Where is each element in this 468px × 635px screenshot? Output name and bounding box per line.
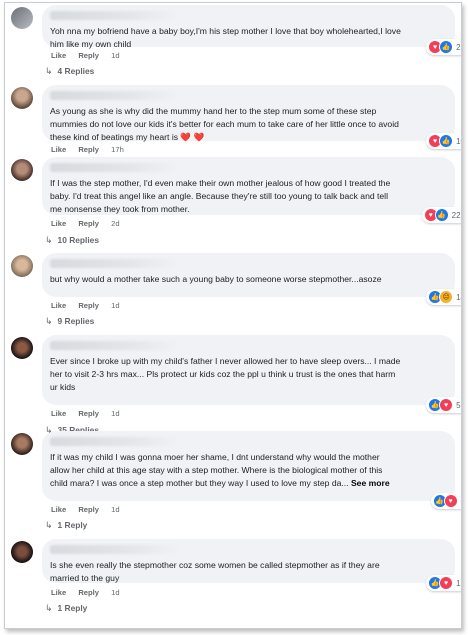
thumbs-up-icon: 👍 [439, 134, 454, 148]
avatar[interactable] [11, 87, 33, 109]
reply-button[interactable]: Reply [78, 588, 99, 597]
comment-text: Yoh nna my bofriend have a baby boy,I'm … [50, 26, 401, 49]
reply-arrow-icon: ↳ [45, 66, 53, 76]
commenter-name[interactable] [50, 545, 180, 554]
view-replies-link[interactable]: ↳ 4 Replies [45, 66, 94, 77]
like-button[interactable]: Like [51, 145, 66, 154]
heart-icon: ♥ [439, 576, 454, 590]
reply-button[interactable]: Reply [78, 145, 99, 154]
view-replies-link[interactable]: ↳ 9 Replies [45, 316, 94, 327]
timestamp[interactable]: 1d [111, 51, 119, 60]
reaction-count: 21 [456, 42, 461, 52]
commenter-name[interactable] [50, 11, 180, 20]
view-replies-link[interactable]: ↳ 10 Replies [45, 235, 99, 246]
like-button[interactable]: Like [51, 301, 66, 310]
avatar[interactable] [11, 433, 33, 455]
like-button[interactable]: Like [51, 51, 66, 60]
reaction-summary[interactable]: 👍 ☹ 14 [426, 289, 461, 305]
reaction-count: 15 [456, 578, 461, 588]
comment-actions: Like Reply 1d [51, 301, 130, 310]
reaction-summary[interactable]: ♥ 👍 10 [426, 133, 461, 149]
like-button[interactable]: Like [51, 588, 66, 597]
comment-actions: Like Reply 1d [51, 588, 130, 597]
comment-actions: Like Reply 17h [51, 145, 134, 154]
reply-arrow-icon: ↳ [45, 603, 53, 613]
view-replies-link[interactable]: ↳ 1 Reply [45, 520, 87, 531]
see-more-link[interactable]: See more [351, 478, 390, 488]
avatar[interactable] [11, 7, 33, 29]
reply-button[interactable]: Reply [78, 409, 99, 418]
sad-face-icon: ☹ [439, 290, 454, 304]
reaction-count: 6 [461, 497, 462, 506]
comment-bubble: Is she even really the stepmother coz so… [42, 539, 461, 591]
comment-bubble: Yoh nna my bofriend have a baby boy,I'm … [42, 5, 461, 55]
commenter-name[interactable] [50, 91, 180, 100]
comment-text: Ever since I broke up with my child's fa… [50, 356, 401, 392]
avatar[interactable] [11, 255, 33, 277]
comment-bubble: If I was the step mother, I'd even make … [42, 157, 461, 223]
comment-actions: Like Reply 2d [51, 219, 130, 228]
reaction-count: 10 [456, 136, 461, 146]
timestamp[interactable]: 17h [111, 145, 124, 154]
reaction-summary[interactable]: ♥ 👍 222 [421, 207, 461, 223]
comment-bubble: If it was my child I was gonna moer her … [42, 431, 461, 509]
reaction-summary[interactable]: ♥ 👍 21 [426, 39, 461, 55]
thumbs-up-icon: 👍 [434, 208, 449, 222]
reaction-summary[interactable]: 👍 ♥ 15 [426, 575, 461, 591]
reaction-count: 14 [456, 292, 461, 302]
comment-bubble: Ever since I broke up with my child's fa… [42, 335, 461, 413]
commenter-name[interactable] [50, 437, 180, 446]
avatar[interactable] [11, 337, 33, 359]
comment-bubble: but why would a mother take such a young… [42, 253, 461, 305]
reply-arrow-icon: ↳ [45, 520, 53, 530]
timestamp[interactable]: 2d [111, 219, 119, 228]
heart-icon: ♥ [443, 494, 458, 508]
reply-button[interactable]: Reply [78, 301, 99, 310]
heart-emoji: ❤️ ❤️ [180, 132, 205, 142]
comment-actions: Like Reply 1d [51, 409, 130, 418]
reply-button[interactable]: Reply [78, 219, 99, 228]
comment-actions: Like Reply 1d [51, 505, 130, 514]
reaction-count: 222 [451, 210, 461, 220]
avatar[interactable] [11, 159, 33, 181]
reply-button[interactable]: Reply [78, 51, 99, 60]
timestamp[interactable]: 1d [111, 588, 119, 597]
comment-text: Is she even really the stepmother coz so… [50, 560, 380, 583]
timestamp[interactable]: 1d [111, 505, 119, 514]
comment-text: As young as she is why did the mummy han… [50, 106, 399, 142]
comment-text: If I was the step mother, I'd even make … [50, 178, 391, 214]
like-button[interactable]: Like [51, 219, 66, 228]
comment-bubble: As young as she is why did the mummy han… [42, 85, 461, 149]
comments-panel: Yoh nna my bofriend have a baby boy,I'm … [4, 2, 462, 629]
comment-text: but why would a mother take such a young… [50, 274, 382, 284]
like-button[interactable]: Like [51, 409, 66, 418]
comment-actions: Like Reply 1d [51, 51, 130, 60]
reaction-summary[interactable]: 👍 ♥ 57 [426, 397, 461, 413]
timestamp[interactable]: 1d [111, 301, 119, 310]
commenter-name[interactable] [50, 341, 180, 350]
timestamp[interactable]: 1d [111, 409, 119, 418]
reply-arrow-icon: ↳ [45, 235, 53, 245]
reply-button[interactable]: Reply [78, 505, 99, 514]
commenter-name[interactable] [50, 163, 180, 172]
commenter-name[interactable] [50, 259, 180, 268]
comment-text: If it was my child I was gonna moer her … [50, 452, 390, 488]
heart-icon: ♥ [439, 398, 454, 412]
like-button[interactable]: Like [51, 505, 66, 514]
avatar[interactable] [11, 541, 33, 563]
reply-arrow-icon: ↳ [45, 316, 53, 326]
thumbs-up-icon: 👍 [439, 40, 454, 54]
reaction-summary[interactable]: 👍 ♥ 6 [430, 493, 462, 509]
reaction-count: 57 [456, 400, 461, 410]
view-replies-link[interactable]: ↳ 1 Reply [45, 603, 87, 614]
